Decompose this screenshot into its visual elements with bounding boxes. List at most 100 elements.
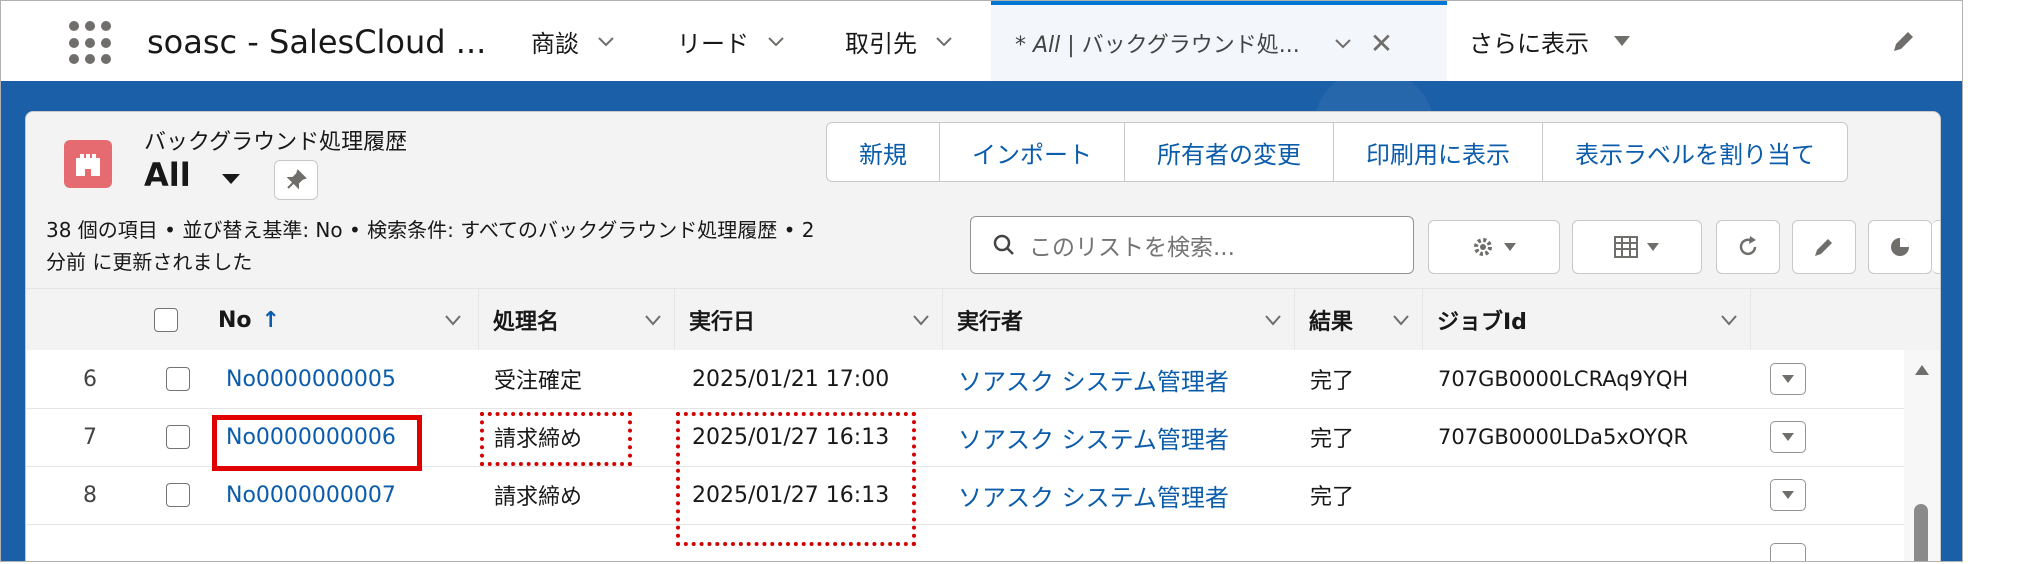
column-header-no[interactable]: No ↑ bbox=[204, 289, 474, 351]
column-header-result[interactable]: 結果 bbox=[1294, 289, 1422, 351]
row-select-cell bbox=[166, 350, 190, 408]
new-button[interactable]: 新規 bbox=[827, 123, 939, 181]
chevron-down-icon[interactable] bbox=[912, 313, 930, 327]
chevron-down-icon[interactable] bbox=[444, 313, 462, 327]
row-checkbox[interactable] bbox=[166, 367, 190, 391]
executed-at: 2025/01/21 17:00 bbox=[692, 366, 890, 392]
tab-accounts[interactable]: 取引先 bbox=[845, 1, 953, 81]
scroll-thumb[interactable] bbox=[1914, 504, 1928, 561]
job-id: 707GB0000LCRAq9YQH bbox=[1438, 367, 1689, 391]
column-header-process-name[interactable]: 処理名 bbox=[478, 289, 674, 351]
row-actions-button[interactable] bbox=[1770, 421, 1806, 453]
app-launcher-icon[interactable] bbox=[69, 21, 113, 65]
table-header: No ↑ 処理名 実行日 実行者 結果 ジョブId bbox=[26, 288, 1940, 352]
castle-icon bbox=[76, 154, 100, 176]
row-actions-button[interactable] bbox=[1770, 479, 1806, 511]
edit-nav-icon[interactable] bbox=[1890, 29, 1916, 55]
table-icon bbox=[1614, 236, 1638, 258]
display-as-button[interactable] bbox=[1572, 220, 1702, 274]
row-actions-cell bbox=[1770, 530, 1806, 561]
chevron-down-icon[interactable] bbox=[1264, 313, 1282, 327]
caret-down-icon bbox=[1782, 491, 1794, 499]
executed-by-link[interactable]: ソアスク システム管理者 bbox=[958, 408, 1229, 466]
chevron-down-icon[interactable] bbox=[597, 32, 615, 50]
caret-down-icon bbox=[1614, 36, 1630, 46]
tab-background-history[interactable]: * All | バックグラウンド処... ✕ bbox=[991, 1, 1447, 81]
charts-button[interactable] bbox=[1868, 220, 1932, 274]
gear-icon bbox=[1474, 238, 1492, 256]
executed-by-link[interactable]: ソアスク システム管理者 bbox=[958, 350, 1229, 408]
inline-edit-button[interactable] bbox=[1792, 220, 1856, 274]
process-name: 請求締め bbox=[494, 485, 583, 510]
global-nav: soasc - SalesCloud ... 商談 リード 取引先 * All … bbox=[1, 1, 1962, 81]
process-name: 受注確定 bbox=[494, 369, 583, 394]
table-scrollbar[interactable] bbox=[1904, 350, 1940, 561]
close-tab-icon[interactable]: ✕ bbox=[1370, 27, 1393, 60]
pie-chart-icon bbox=[1891, 238, 1909, 256]
record-link[interactable]: No0000000005 bbox=[226, 350, 396, 408]
chevron-down-icon[interactable] bbox=[767, 32, 785, 50]
row-select-cell bbox=[166, 408, 190, 466]
pin-list-view-button[interactable] bbox=[274, 160, 318, 200]
table-row bbox=[26, 524, 1940, 561]
sort-ascending-icon: ↑ bbox=[261, 307, 280, 333]
column-label: ジョブId bbox=[1437, 310, 1527, 335]
column-header-job-id[interactable]: ジョブId bbox=[1422, 289, 1750, 351]
job-id: 707GB0000LDa5xOYQR bbox=[1438, 425, 1689, 449]
row-number: 7 bbox=[83, 424, 97, 450]
tab-more[interactable]: さらに表示 bbox=[1469, 1, 1631, 81]
row-checkbox[interactable] bbox=[166, 425, 190, 449]
tab-leads[interactable]: リード bbox=[677, 1, 785, 81]
tab-opportunities[interactable]: 商談 bbox=[531, 1, 615, 81]
chevron-down-icon[interactable] bbox=[935, 32, 953, 50]
tab-label: * All | バックグラウンド処... bbox=[1015, 27, 1300, 59]
list-settings-button[interactable] bbox=[1428, 220, 1560, 274]
tab-label-rest: | バックグラウンド処... bbox=[1060, 33, 1300, 58]
tab-label: リード bbox=[677, 29, 749, 58]
tab-label: さらに表示 bbox=[1469, 29, 1589, 58]
chevron-down-icon[interactable] bbox=[1392, 313, 1410, 327]
row-actions-button[interactable] bbox=[1770, 363, 1806, 395]
chevron-down-icon[interactable] bbox=[644, 313, 662, 327]
column-header-executed-by[interactable]: 実行者 bbox=[942, 289, 1294, 351]
chevron-down-icon[interactable] bbox=[1334, 34, 1352, 52]
filter-button[interactable] bbox=[1932, 220, 1940, 274]
row-actions-cell bbox=[1770, 466, 1806, 524]
printable-view-button[interactable]: 印刷用に表示 bbox=[1333, 123, 1542, 181]
select-all-checkbox[interactable] bbox=[154, 308, 178, 332]
result: 完了 bbox=[1310, 427, 1355, 452]
search-input[interactable]: このリストを検索... bbox=[970, 216, 1414, 274]
select-all-cell bbox=[154, 289, 204, 351]
row-actions-cell bbox=[1770, 350, 1806, 408]
caret-down-icon bbox=[1504, 243, 1516, 251]
column-header-actions bbox=[1750, 289, 1940, 351]
scroll-up-icon[interactable] bbox=[1914, 364, 1930, 376]
row-checkbox[interactable] bbox=[166, 483, 190, 507]
view-switcher-caret-icon[interactable] bbox=[222, 174, 240, 184]
refresh-icon bbox=[1739, 236, 1757, 256]
list-actions: 新規 インポート 所有者の変更 印刷用に表示 表示ラベルを割り当て bbox=[826, 122, 1848, 182]
list-view-card: バックグラウンド処理履歴 All 新規 インポート 所有者の変更 印刷用に表示 … bbox=[25, 111, 1941, 561]
row-actions-button[interactable] bbox=[1770, 543, 1806, 561]
column-header-executed-at[interactable]: 実行日 bbox=[674, 289, 942, 351]
object-label: バックグラウンド処理履歴 bbox=[144, 130, 408, 155]
highlight-dotted-dates bbox=[676, 412, 916, 546]
tab-label-prefix: * bbox=[1015, 33, 1033, 58]
executed-by-link[interactable]: ソアスク システム管理者 bbox=[958, 466, 1229, 524]
column-label: 結果 bbox=[1309, 310, 1354, 335]
result: 完了 bbox=[1310, 485, 1355, 510]
record-link[interactable]: No0000000007 bbox=[226, 466, 396, 524]
list-meta-line-2: 分前 に更新されました bbox=[46, 250, 253, 274]
chevron-down-icon[interactable] bbox=[1720, 313, 1738, 327]
row-select-cell bbox=[166, 466, 190, 524]
change-owner-button[interactable]: 所有者の変更 bbox=[1124, 123, 1333, 181]
app-name: soasc - SalesCloud ... bbox=[147, 23, 487, 61]
refresh-button[interactable] bbox=[1716, 220, 1780, 274]
table-row: 8 No0000000007 請求締め 2025/01/27 16:13 ソアス… bbox=[26, 466, 1940, 525]
list-meta-line-1: 38 個の項目 • 並び替え基準: No • 検索条件: すべてのバックグラウン… bbox=[46, 218, 815, 242]
assign-label-button[interactable]: 表示ラベルを割り当て bbox=[1542, 123, 1847, 181]
list-view-name[interactable]: All bbox=[144, 156, 191, 194]
row-actions-cell bbox=[1770, 408, 1806, 466]
pin-icon bbox=[286, 169, 307, 190]
import-button[interactable]: インポート bbox=[939, 123, 1124, 181]
